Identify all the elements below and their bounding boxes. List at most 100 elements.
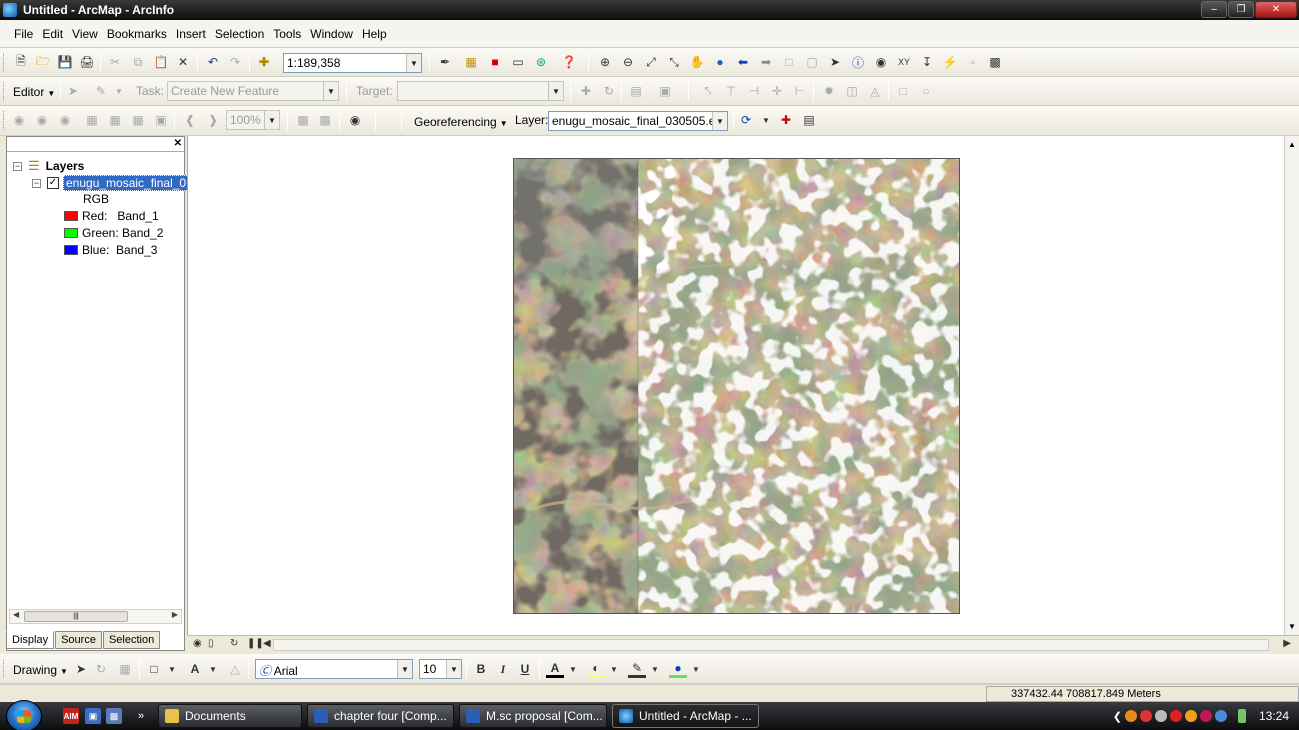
close-window-button[interactable]: ✕	[1255, 1, 1297, 18]
chevron-down-icon[interactable]: ▼	[406, 54, 421, 72]
fixed-zoom-in-icon[interactable]: ⤢	[642, 53, 660, 71]
blue-swatch[interactable]	[64, 245, 78, 255]
zoom-in-icon[interactable]: ⊕	[596, 53, 614, 71]
restore-button[interactable]: ❐	[1228, 1, 1254, 18]
line-color-icon[interactable]: ✎	[628, 660, 646, 678]
chevron-down-icon[interactable]: ▼	[204, 660, 222, 678]
toc-horizontal-scrollbar[interactable]: ◀ ||| ▶	[9, 609, 182, 624]
font-size-combo[interactable]: 10 ▼	[419, 659, 462, 679]
start-button[interactable]	[6, 700, 42, 730]
identify-icon[interactable]: ⓘ	[849, 53, 867, 71]
map-vertical-scrollbar[interactable]: ▲ ▼	[1284, 136, 1299, 635]
collapse-icon[interactable]: −	[32, 178, 41, 188]
data-view-icon[interactable]: ◉	[193, 638, 202, 649]
grid-fit-icon[interactable]: ▦	[106, 111, 124, 129]
create-viewer-window-icon[interactable]: ▩	[986, 53, 1004, 71]
editor-menu-button[interactable]: Editor ▼	[8, 82, 60, 102]
circle-icon[interactable]: ○	[917, 82, 935, 100]
find-binoculars-icon[interactable]: ◉	[872, 53, 890, 71]
paste-icon[interactable]: 📋	[152, 53, 170, 71]
task-combo[interactable]: Create New Feature ▼	[167, 81, 339, 101]
scroll-right-icon[interactable]: ▶	[1283, 638, 1291, 649]
collapse-icon[interactable]: −	[13, 161, 22, 171]
select-features-icon[interactable]: □	[780, 53, 798, 71]
menu-help[interactable]: Help	[362, 27, 387, 41]
band-red-row[interactable]: Red: Band_1	[64, 209, 159, 223]
error-inspector-icon[interactable]: ✹	[820, 82, 838, 100]
magnifier-zoom-combo[interactable]: 100% ▼	[226, 110, 280, 130]
copy-icon[interactable]: ⧉	[129, 53, 147, 71]
command-line-icon[interactable]: ▭	[509, 53, 527, 71]
add-data-icon[interactable]: ✚	[255, 53, 273, 71]
pan-hand-icon[interactable]: ✋	[688, 53, 706, 71]
menu-insert[interactable]: Insert	[176, 27, 206, 41]
italic-button[interactable]: I	[494, 660, 512, 678]
clock[interactable]: 13:24	[1259, 709, 1289, 723]
chevron-down-icon[interactable]: ▼	[397, 660, 412, 678]
tab-selection[interactable]: Selection	[102, 631, 161, 649]
trace-tool-icon[interactable]: ⤣	[699, 82, 717, 100]
measure-icon[interactable]: ↧	[918, 53, 936, 71]
underline-button[interactable]: U	[516, 660, 534, 678]
task-msc-proposal[interactable]: M.sc proposal [Com...	[459, 704, 607, 728]
arccatalog-icon[interactable]: ▦	[462, 53, 480, 71]
map-horizontal-scrollbar[interactable]	[273, 639, 1269, 651]
menu-selection[interactable]: Selection	[215, 27, 264, 41]
rotate-element-icon[interactable]: ↻	[92, 660, 110, 678]
refresh-icon[interactable]: ↻	[230, 638, 238, 649]
edit-tool-icon[interactable]: ➤	[64, 82, 82, 100]
menu-window[interactable]: Window	[310, 27, 353, 41]
quick-launch-more-icon[interactable]: »	[133, 708, 149, 724]
full-extent-globe-icon[interactable]: ●	[711, 53, 729, 71]
marker-color-icon[interactable]: ●	[669, 660, 687, 678]
layer-name[interactable]: enugu_mosaic_final_0	[63, 175, 190, 191]
task-chapter-four[interactable]: chapter four [Comp...	[307, 704, 454, 728]
open-folder-icon[interactable]: 🗁	[34, 53, 52, 71]
edit-vertices-icon[interactable]: △	[226, 660, 244, 678]
arcmap-app-icon[interactable]	[3, 3, 17, 17]
undo-icon[interactable]: ↶	[204, 53, 222, 71]
zoom-in-fixed-icon[interactable]: ◉	[10, 111, 28, 129]
toolbar-grip[interactable]	[3, 53, 6, 72]
layers-root[interactable]: − ☰ Layers	[13, 158, 84, 174]
scroll-up-icon[interactable]: ▲	[1288, 140, 1296, 149]
rectangle-icon[interactable]: □	[894, 82, 912, 100]
whats-this-icon[interactable]: ❓	[560, 53, 578, 71]
battery-icon[interactable]	[1237, 709, 1246, 723]
menu-file[interactable]: File	[14, 27, 33, 41]
show-desktop-icon[interactable]: ▣	[85, 708, 101, 724]
font-name-combo[interactable]: Ⓒ Arial ▼	[255, 659, 413, 679]
menu-bookmarks[interactable]: Bookmarks	[107, 27, 167, 41]
fix-topology-icon[interactable]: ◬	[866, 82, 884, 100]
zoom-out-icon[interactable]: ⊖	[619, 53, 637, 71]
sketch-properties-icon[interactable]: ▣	[656, 82, 674, 100]
grid-small-icon[interactable]: ▣	[152, 111, 170, 129]
back-extent-icon[interactable]: ⬅	[734, 53, 752, 71]
chevron-down-icon[interactable]: ▼	[548, 82, 563, 100]
vertex-tool-icon[interactable]: ⊣	[745, 82, 763, 100]
line-tool-icon[interactable]: ⊢	[791, 82, 809, 100]
save-icon[interactable]: 💾	[56, 53, 74, 71]
attributes-icon[interactable]: ▤	[627, 82, 645, 100]
grid-zoom-icon[interactable]: ▦	[83, 111, 101, 129]
raster-layer-row[interactable]: − ✓ enugu_mosaic_final_0	[32, 175, 190, 191]
menu-edit[interactable]: Edit	[42, 27, 63, 41]
tray-app-icon[interactable]	[1124, 710, 1137, 722]
scroll-down-icon[interactable]: ▼	[1288, 622, 1296, 631]
layout-view-icon[interactable]: ▯	[208, 638, 214, 649]
pause-drawing-icon[interactable]: ❚❚	[247, 638, 264, 649]
forward-extent-icon[interactable]: ➡	[757, 53, 775, 71]
zoom-out-fixed-icon[interactable]: ◉	[33, 111, 51, 129]
tray-media-icon[interactable]	[1199, 710, 1212, 722]
editor-toolbar-icon[interactable]: ✒	[436, 53, 454, 71]
binoculars-icon[interactable]: ◉	[346, 111, 364, 129]
chevron-down-icon[interactable]: ▼	[687, 660, 705, 678]
scroll-right-icon[interactable]: ▶	[172, 610, 178, 619]
task-documents[interactable]: Documents	[158, 704, 302, 728]
clear-selection-icon[interactable]: ▢	[803, 53, 821, 71]
tray-volume-icon[interactable]	[1214, 710, 1227, 722]
chevron-down-icon[interactable]: ▼	[446, 660, 461, 678]
tray-security-icon[interactable]	[1169, 710, 1182, 722]
delete-icon[interactable]: ✕	[174, 53, 192, 71]
topology-edit-icon[interactable]: ⊤	[722, 82, 740, 100]
